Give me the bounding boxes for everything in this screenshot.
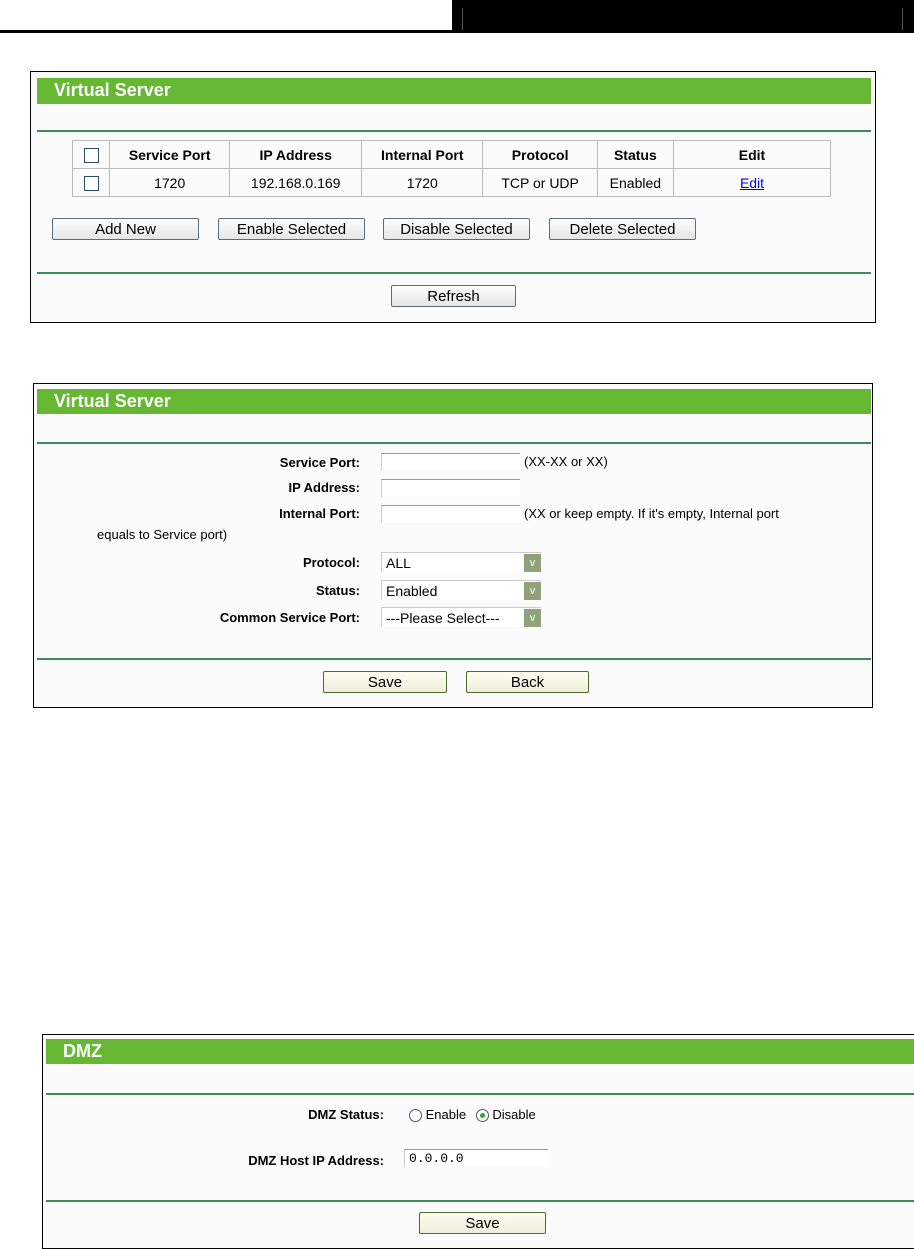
service-port-label: Service Port:	[279, 455, 360, 470]
status-value: Enabled	[386, 583, 438, 599]
status-select[interactable]: Enabled v	[381, 580, 541, 600]
disable-radio[interactable]	[475, 1109, 489, 1123]
divider	[37, 442, 871, 444]
col-internal-port: Internal Port	[361, 140, 484, 169]
col-protocol: Protocol	[482, 140, 598, 169]
table-row: 1720 192.168.0.169 1720 TCP or UDP Enabl…	[72, 168, 831, 197]
panel-title: DMZ	[46, 1039, 914, 1064]
enable-selected-button[interactable]: Enable Selected	[218, 218, 365, 240]
chevron-down-icon: v	[524, 554, 541, 572]
select-all-checkbox[interactable]	[83, 147, 99, 163]
dmz-status-radios: Enable Disable	[409, 1107, 536, 1123]
table-header-row: Service Port IP Address Internal Port Pr…	[72, 140, 831, 169]
back-button[interactable]: Back	[466, 671, 589, 693]
page-header-block	[452, 0, 914, 33]
save-button[interactable]: Save	[323, 671, 447, 693]
col-status: Status	[596, 140, 675, 169]
save-button[interactable]: Save	[419, 1212, 546, 1234]
cell-protocol: TCP or UDP	[482, 168, 598, 197]
dmz-host-ip-input[interactable]	[404, 1149, 548, 1167]
enable-radio[interactable]	[409, 1109, 422, 1123]
panel-title: Virtual Server	[37, 78, 871, 104]
divider	[46, 1200, 914, 1202]
internal-port-hint: (XX or keep empty. If it's empty, Intern…	[524, 506, 779, 521]
common-service-port-value: ---Please Select---	[386, 610, 500, 626]
service-port-input[interactable]	[381, 453, 520, 471]
chevron-down-icon: v	[524, 582, 541, 600]
enable-radio-label[interactable]: Enable	[426, 1107, 466, 1122]
refresh-button[interactable]: Refresh	[391, 285, 516, 307]
cell-ip-address: 192.168.0.169	[229, 168, 363, 197]
ip-address-input[interactable]	[381, 479, 520, 497]
divider	[37, 272, 871, 274]
divider	[46, 1093, 914, 1095]
dmz-status-label: DMZ Status:	[308, 1107, 384, 1122]
ip-address-label: IP Address:	[288, 480, 360, 495]
divider	[37, 658, 871, 660]
protocol-value: ALL	[386, 555, 411, 571]
panel-title: Virtual Server	[37, 389, 871, 414]
protocol-label: Protocol:	[302, 555, 360, 570]
col-service-port: Service Port	[108, 140, 231, 169]
service-port-hint: (XX-XX or XX)	[524, 454, 608, 469]
disable-radio-label[interactable]: Disable	[492, 1107, 535, 1122]
col-ip-address: IP Address	[229, 140, 363, 169]
row-checkbox[interactable]	[83, 175, 99, 191]
internal-port-input[interactable]	[381, 505, 520, 523]
virtual-server-list-panel: Virtual Server Service Port IP Address I…	[30, 71, 876, 323]
add-new-button[interactable]: Add New	[52, 218, 199, 240]
cell-service-port: 1720	[108, 168, 231, 197]
cell-internal-port: 1720	[361, 168, 484, 197]
common-service-port-label: Common Service Port:	[219, 610, 360, 625]
protocol-select[interactable]: ALL v	[381, 552, 541, 572]
internal-port-hint-continued: equals to Service port)	[97, 527, 228, 542]
divider	[37, 130, 871, 132]
dmz-host-ip-label: DMZ Host IP Address:	[248, 1153, 384, 1168]
virtual-server-table: Service Port IP Address Internal Port Pr…	[72, 140, 831, 197]
chevron-down-icon: v	[524, 609, 541, 627]
common-service-port-select[interactable]: ---Please Select--- v	[381, 607, 541, 627]
status-label: Status:	[315, 583, 360, 598]
disable-selected-button[interactable]: Disable Selected	[383, 218, 530, 240]
edit-link[interactable]: Edit	[740, 175, 764, 191]
cell-status: Enabled	[596, 168, 675, 197]
virtual-server-form-panel: Virtual Server Service Port: (XX-XX or X…	[33, 383, 873, 708]
dmz-panel: DMZ DMZ Status: Enable Disable DMZ Host …	[42, 1034, 914, 1249]
delete-selected-button[interactable]: Delete Selected	[549, 218, 696, 240]
page-header-rule	[0, 30, 452, 33]
col-edit: Edit	[673, 140, 831, 169]
internal-port-label: Internal Port:	[279, 506, 360, 521]
